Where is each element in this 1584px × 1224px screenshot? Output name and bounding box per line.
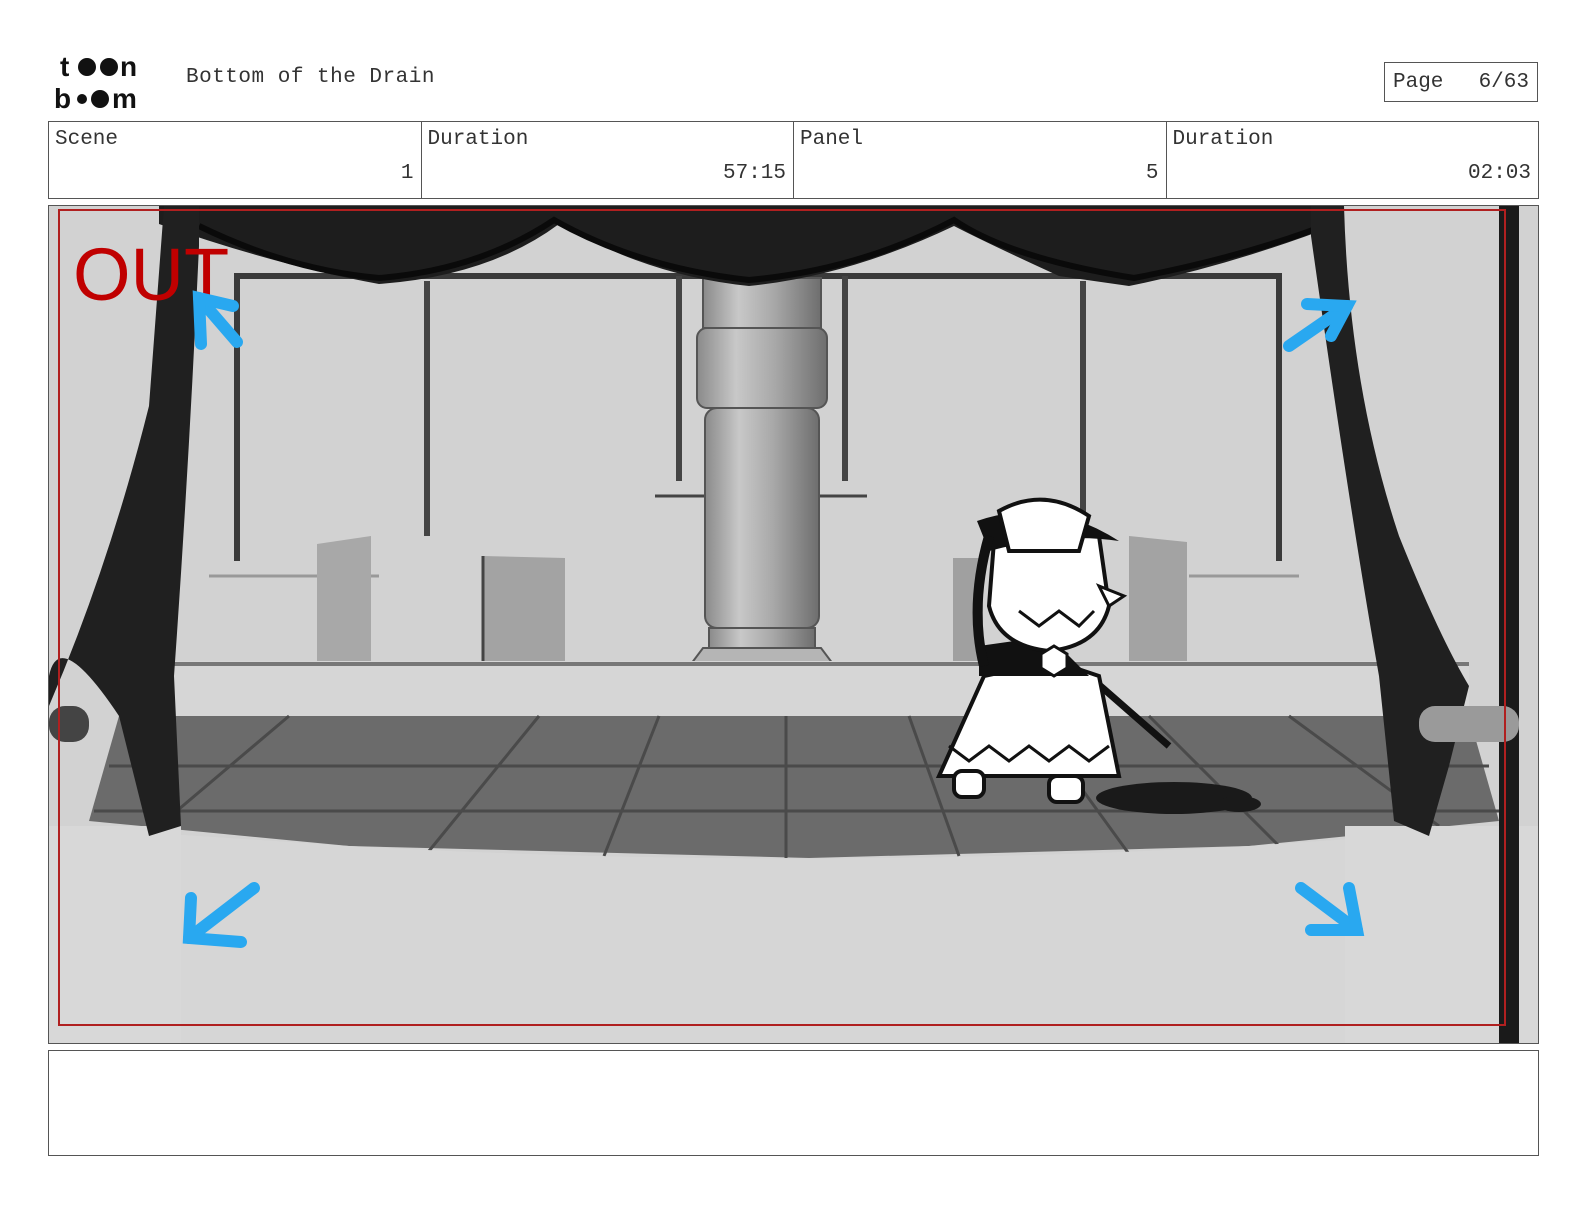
stage-floor [89, 716, 1499, 858]
center-pillar [689, 277, 835, 665]
panel-artwork: OUT [49, 206, 1538, 1043]
svg-text:t: t [60, 51, 69, 82]
right-edge-bar [1499, 206, 1519, 1043]
page-value: 6/63 [1478, 70, 1529, 94]
svg-text:m: m [112, 83, 137, 112]
scene-cell: Scene 1 [49, 122, 422, 198]
page-label: Page [1393, 70, 1444, 94]
storyboard-panel[interactable]: OUT [48, 205, 1539, 1044]
scene-duration-value: 57:15 [722, 162, 786, 185]
page-indicator: Page 6/63 [1384, 62, 1538, 102]
panel-duration-label: Duration [1172, 128, 1274, 151]
scene-duration-cell: Duration 57:15 [422, 122, 794, 198]
panel-notes[interactable] [48, 1050, 1539, 1156]
panel-value: 5 [1145, 162, 1159, 185]
svg-text:n: n [120, 51, 137, 82]
project-title: Bottom of the Drain [186, 66, 435, 89]
scene-label: Scene [55, 128, 119, 151]
panel-duration-value: 02:03 [1467, 162, 1531, 185]
toon-boom-logo: t n b m [54, 51, 137, 112]
floor-lip [119, 661, 1469, 721]
scene-duration-label: Duration [427, 128, 529, 151]
scene-value: 1 [400, 162, 414, 185]
panel-cell: Panel 5 [794, 122, 1167, 198]
panel-info-row: Scene 1 Duration 57:15 Panel 5 Duration … [48, 121, 1539, 199]
svg-text:b: b [54, 83, 71, 112]
panel-duration-cell: Duration 02:03 [1167, 122, 1539, 198]
panel-label: Panel [800, 128, 864, 151]
